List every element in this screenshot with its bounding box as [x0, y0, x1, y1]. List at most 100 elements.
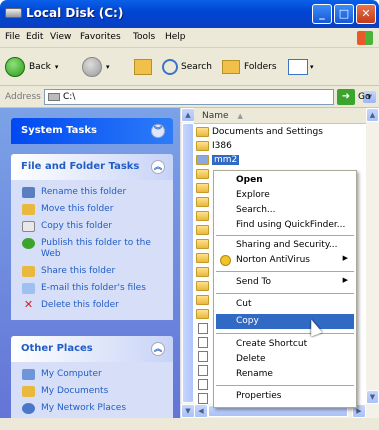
menu-item-label: Send To: [236, 277, 272, 287]
back-button[interactable]: Back ▾: [5, 56, 58, 78]
menu-file[interactable]: File: [5, 32, 20, 42]
submenu-arrow-icon: ▶: [342, 254, 348, 262]
up-folder-button[interactable]: [134, 56, 152, 78]
list-item[interactable]: [196, 168, 212, 180]
left-pane-scrollbar[interactable]: ▲ ▼: [180, 108, 195, 418]
norton-icon: [220, 255, 231, 266]
up-folder-icon: [134, 59, 152, 75]
collapse-chevron-icon[interactable]: ︽: [151, 342, 165, 356]
my-documents-link[interactable]: My Documents: [11, 383, 173, 400]
menu-item-quickfinder[interactable]: Find using QuickFinder...: [216, 218, 354, 233]
menu-item-search[interactable]: Search...: [216, 203, 354, 218]
search-button[interactable]: Search: [162, 56, 212, 78]
list-item[interactable]: [196, 280, 212, 292]
item-label: I386: [212, 141, 232, 151]
delete-folder-link[interactable]: ✕ Delete this folder: [11, 297, 173, 314]
submenu-arrow-icon: ▶: [342, 276, 348, 284]
list-item[interactable]: [196, 308, 212, 320]
list-item[interactable]: [196, 378, 212, 390]
list-item[interactable]: [196, 364, 212, 376]
list-item[interactable]: Documents and Settings: [196, 126, 323, 138]
chevron-down-icon[interactable]: ▾: [310, 63, 314, 71]
menu-item-rename[interactable]: Rename: [216, 367, 354, 382]
context-menu: Open Explore Search... Find using QuickF…: [213, 170, 357, 408]
chevron-down-icon[interactable]: ▾: [106, 63, 110, 71]
list-item[interactable]: I386: [196, 140, 232, 152]
menu-tools[interactable]: Tools: [133, 32, 155, 42]
folders-button[interactable]: Folders: [222, 56, 277, 78]
file-folder-tasks-header[interactable]: File and Folder Tasks ︽: [11, 154, 173, 180]
system-tasks-title: System Tasks: [21, 125, 97, 136]
list-item[interactable]: [196, 182, 212, 194]
close-button[interactable]: ✕: [356, 4, 376, 24]
go-arrow-icon[interactable]: ➜: [337, 89, 355, 105]
task-label: E-mail this folder's files: [41, 283, 146, 293]
menu-help[interactable]: Help: [165, 32, 186, 42]
scroll-thumb[interactable]: [182, 123, 194, 403]
menu-separator: [216, 385, 354, 386]
menu-item-send-to[interactable]: Send To ▶: [216, 275, 354, 290]
folder-icon: [196, 141, 209, 151]
name-column-header[interactable]: Name ▲: [194, 108, 379, 124]
address-input[interactable]: C:\ ▼: [44, 89, 376, 105]
other-places-header[interactable]: Other Places ︽: [11, 336, 173, 362]
toolbar: Back ▾ ▾ Search Folders ▾: [0, 48, 379, 86]
list-item[interactable]: [196, 392, 212, 404]
folder-icon: [196, 169, 209, 179]
search-icon: [162, 59, 178, 75]
title-bar[interactable]: Local Disk (C:) _ □ ✕: [0, 0, 379, 28]
file-folder-tasks-panel: File and Folder Tasks ︽ Rename this fold…: [11, 154, 173, 320]
list-item[interactable]: [196, 294, 212, 306]
menu-item-norton[interactable]: Norton AntiVirus ▶: [216, 253, 354, 268]
menu-item-copy[interactable]: Copy: [216, 314, 354, 329]
scroll-left-icon[interactable]: ◀: [194, 404, 208, 418]
folder-icon: [196, 225, 209, 235]
scroll-down-icon[interactable]: ▼: [181, 404, 195, 418]
task-label: Delete this folder: [41, 300, 119, 310]
rename-folder-link[interactable]: Rename this folder: [11, 184, 173, 201]
list-item[interactable]: [196, 252, 212, 264]
menu-item-create-shortcut[interactable]: Create Shortcut: [216, 337, 354, 352]
move-folder-link[interactable]: Move this folder: [11, 201, 173, 218]
scroll-up-icon[interactable]: ▲: [366, 108, 379, 122]
menu-item-delete[interactable]: Delete: [216, 352, 354, 367]
share-folder-link[interactable]: Share this folder: [11, 263, 173, 280]
scroll-down-icon[interactable]: ▼: [366, 390, 379, 404]
email-folder-link[interactable]: E-mail this folder's files: [11, 280, 173, 297]
menu-edit[interactable]: Edit: [26, 32, 43, 42]
menu-item-open[interactable]: Open: [216, 173, 354, 188]
publish-folder-link[interactable]: Publish this folder to the Web: [11, 235, 173, 263]
expand-chevron-icon[interactable]: ︾: [151, 124, 165, 138]
menu-item-cut[interactable]: Cut: [216, 297, 354, 312]
windows-logo-icon: [357, 31, 373, 45]
list-item-selected[interactable]: mm2: [196, 154, 240, 166]
list-item[interactable]: [196, 196, 212, 208]
menu-view[interactable]: View: [50, 32, 71, 42]
list-item[interactable]: [196, 336, 212, 348]
minimize-button[interactable]: _: [312, 4, 332, 24]
scroll-up-icon[interactable]: ▲: [181, 108, 195, 122]
menu-favorites[interactable]: Favorites: [80, 32, 121, 42]
file-list-vertical-scrollbar[interactable]: ▲ ▼: [366, 108, 379, 404]
menu-item-explore[interactable]: Explore: [216, 188, 354, 203]
list-item[interactable]: [196, 322, 212, 334]
copy-folder-link[interactable]: Copy this folder: [11, 218, 173, 235]
my-computer-link[interactable]: My Computer: [11, 366, 173, 383]
list-item[interactable]: [196, 224, 212, 236]
list-item[interactable]: [196, 210, 212, 222]
menu-item-sharing[interactable]: Sharing and Security...: [216, 238, 354, 253]
go-button[interactable]: Go: [358, 92, 370, 102]
maximize-button[interactable]: □: [334, 4, 354, 24]
menu-separator: [216, 235, 354, 236]
list-item[interactable]: [196, 238, 212, 250]
chevron-down-icon[interactable]: ▾: [55, 63, 59, 71]
list-item[interactable]: [196, 266, 212, 278]
forward-button[interactable]: ▾: [82, 56, 110, 78]
list-item[interactable]: [196, 350, 212, 362]
my-network-places-link[interactable]: My Network Places: [11, 400, 173, 417]
task-label: Share this folder: [41, 266, 116, 276]
views-button[interactable]: ▾: [288, 56, 314, 78]
menu-item-properties[interactable]: Properties: [216, 389, 354, 404]
system-tasks-header[interactable]: System Tasks ︾: [11, 118, 173, 144]
collapse-chevron-icon[interactable]: ︽: [151, 160, 165, 174]
